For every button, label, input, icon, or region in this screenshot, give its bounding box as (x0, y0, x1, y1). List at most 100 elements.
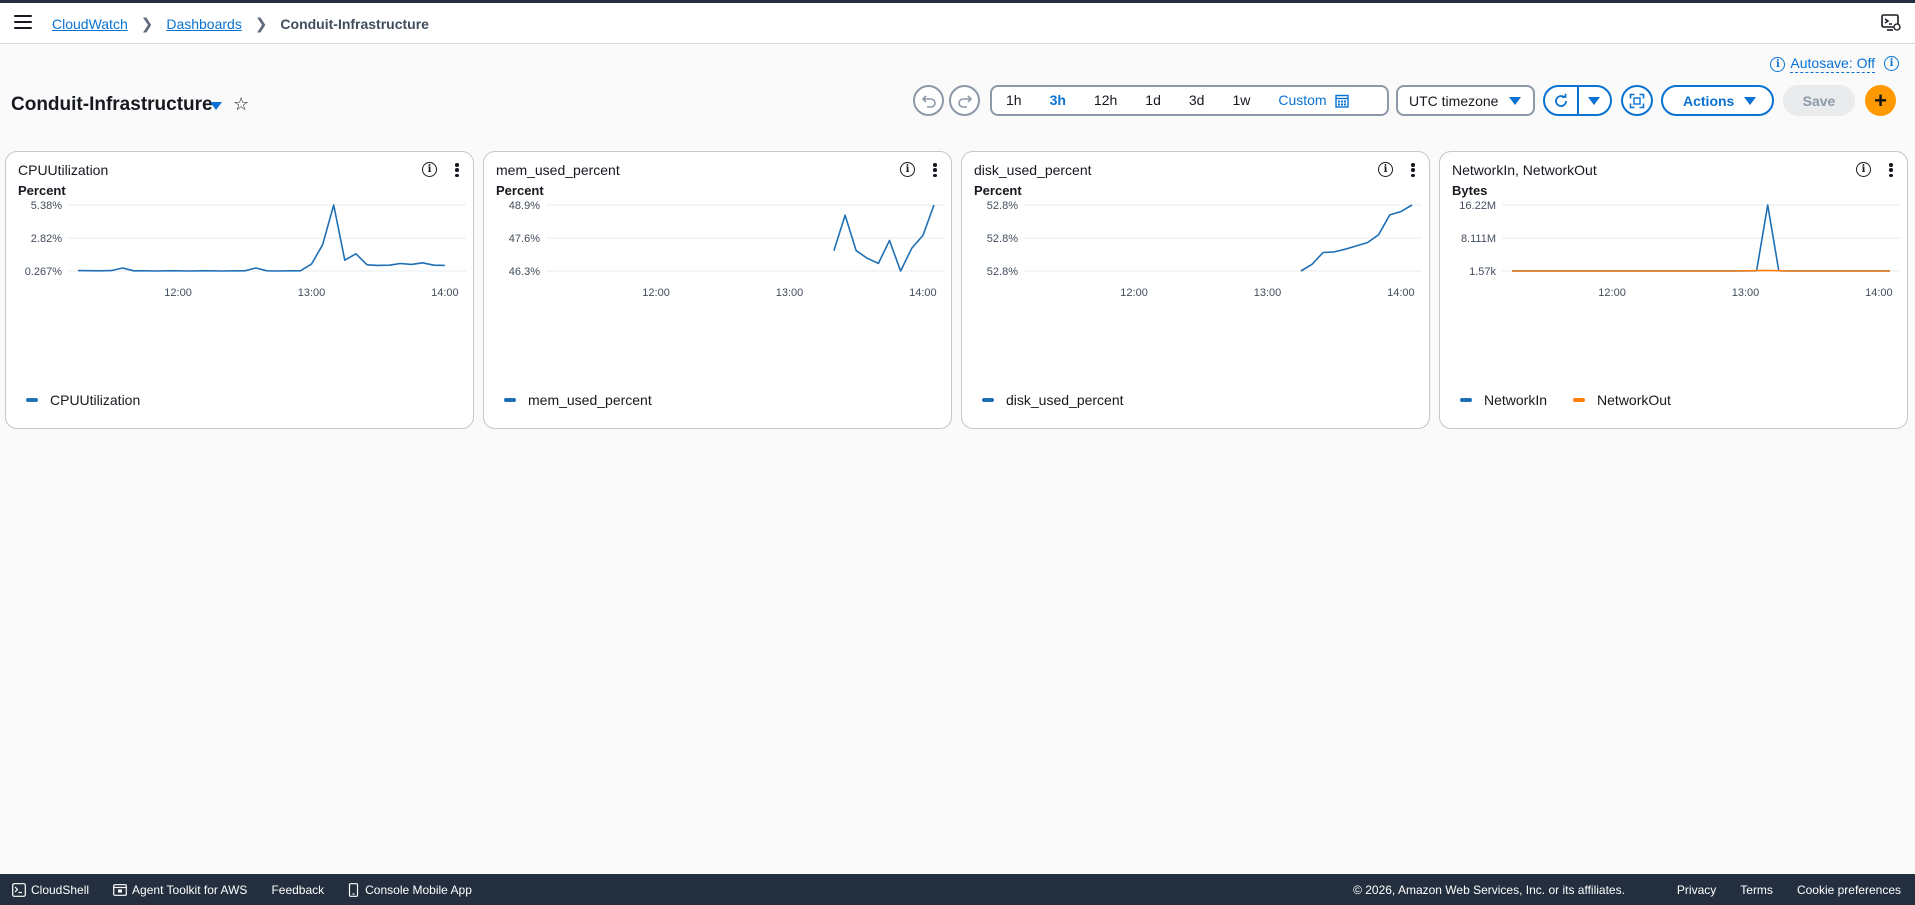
legend-label: CPUUtilization (50, 392, 141, 408)
redo-button[interactable] (949, 85, 980, 116)
legend-swatch (1460, 398, 1472, 402)
fullscreen-button[interactable] (1621, 85, 1653, 116)
terminal-icon (12, 882, 26, 897)
breadcrumb-dashboards[interactable]: Dashboards (166, 16, 242, 32)
widget-unit-label: Percent (496, 183, 544, 198)
footer-feedback-label: Feedback (271, 882, 325, 897)
mobile-icon (349, 882, 359, 897)
y-tick-label: 16.22M (1459, 200, 1496, 212)
y-tick-label: 1.57k (1469, 266, 1496, 278)
y-tick-label: 47.6% (509, 233, 540, 245)
footer-mobile-app[interactable]: Console Mobile App (348, 883, 472, 897)
legend-swatch (26, 398, 38, 402)
legend-item[interactable]: NetworkOut (1573, 392, 1671, 408)
legend-item[interactable]: mem_used_percent (504, 392, 652, 408)
x-tick-label: 12:00 (1120, 287, 1148, 299)
time-range-custom[interactable]: Custom (1264, 87, 1332, 114)
refresh-button[interactable] (1545, 87, 1577, 114)
widget-chart: 52.8% 52.8% 52.8% 12:00 13:00 14:00 (987, 200, 1422, 299)
info-icon: i (1770, 56, 1786, 72)
breadcrumb-current: Conduit-Infrastructure (280, 16, 429, 32)
y-tick-label: 52.8% (987, 200, 1018, 212)
time-range-3d[interactable]: 3d (1175, 87, 1219, 114)
y-tick-label: 0.267% (25, 266, 63, 278)
legend-swatch (1573, 398, 1586, 402)
chart-legend: CPUUtilization (26, 392, 166, 408)
undo-icon (921, 94, 936, 108)
widget-title: NetworkIn, NetworkOut (1452, 162, 1597, 178)
info-icon[interactable]: i (900, 162, 915, 177)
toolkit-icon (113, 883, 127, 896)
footer-copyright: © 2026, Amazon Web Services, Inc. or its… (1353, 882, 1625, 897)
timezone-value: UTC timezone (1409, 92, 1499, 109)
widget-menu-icon[interactable] (1407, 161, 1419, 179)
fullscreen-icon (1629, 93, 1645, 108)
time-range-1d[interactable]: 1d (1131, 87, 1175, 114)
info-icon[interactable]: i (422, 162, 437, 177)
legend-swatch (504, 398, 516, 402)
widget-0: CPUUtilization i Percent 5.38% 2.82% 0.267% 12… (5, 151, 474, 429)
chevron-right-icon: ❯ (254, 16, 268, 33)
widget-menu-icon[interactable] (929, 161, 941, 179)
x-tick-label: 13:00 (298, 287, 326, 299)
breadcrumb-cloudwatch[interactable]: CloudWatch (52, 16, 128, 32)
save-button[interactable]: Save (1783, 85, 1855, 116)
actions-button[interactable]: Actions (1661, 85, 1774, 116)
favorite-star-icon[interactable]: ☆ (233, 94, 249, 114)
chart-legend: NetworkIn NetworkOut (1460, 392, 1697, 408)
menu-icon[interactable] (14, 15, 32, 29)
chart-legend: disk_used_percent (982, 392, 1150, 408)
y-tick-label: 52.8% (987, 233, 1018, 245)
widget-chart: 5.38% 2.82% 0.267% 12:00 13:00 14:00 (25, 200, 466, 299)
autosave-toggle[interactable]: i Autosave: Off (1770, 55, 1875, 73)
info-icon[interactable]: i (1378, 162, 1393, 177)
time-range-3h[interactable]: 3h (1036, 87, 1080, 114)
legend-label: disk_used_percent (1006, 392, 1124, 408)
widget-2: disk_used_percent i Percent 52.8% 52.8% 52.8%… (961, 151, 1430, 429)
footer-privacy-link[interactable]: Privacy (1677, 883, 1716, 897)
refresh-split-button (1543, 85, 1612, 116)
widget-unit-label: Percent (18, 183, 66, 198)
dashboard-switcher-caret-icon[interactable] (210, 102, 222, 110)
widget-chart: 16.22M 8.111M 1.57k 12:00 13:00 14:00 (1459, 200, 1900, 299)
refresh-interval-dropdown[interactable] (1576, 87, 1611, 114)
legend-label: NetworkOut (1597, 392, 1671, 408)
y-tick-label: 8.111M (1461, 233, 1496, 245)
footer-feedback[interactable]: Feedback (271, 883, 324, 897)
info-icon[interactable]: i (1856, 162, 1871, 177)
time-range-1h[interactable]: 1h (992, 87, 1036, 114)
x-tick-label: 13:00 (776, 287, 804, 299)
autosave-label: Autosave: Off (1790, 55, 1875, 73)
autosave-info-icon[interactable]: i (1884, 56, 1899, 71)
widget-unit-label: Percent (974, 183, 1022, 198)
legend-item[interactable]: CPUUtilization (26, 392, 140, 408)
footer-agent-toolkit[interactable]: Agent Toolkit for AWS (113, 883, 247, 897)
footer-cloudshell-label: CloudShell (31, 882, 90, 897)
calendar-icon[interactable] (1334, 94, 1349, 108)
footer-cloudshell[interactable]: CloudShell (12, 883, 89, 897)
add-widget-button[interactable]: + (1865, 85, 1896, 116)
breadcrumb: CloudWatch ❯ Dashboards ❯ Conduit-Infras… (52, 15, 429, 33)
cloudshell-icon[interactable] (1881, 14, 1901, 32)
series-line-NetworkOut[interactable] (1512, 269, 1890, 272)
widget-title: mem_used_percent (496, 162, 620, 178)
footer-cookie-link[interactable]: Cookie preferences (1797, 883, 1901, 897)
undo-button[interactable] (913, 85, 944, 116)
x-tick-label: 12:00 (642, 287, 670, 299)
timezone-select[interactable]: UTC timezone (1396, 85, 1535, 116)
y-tick-label: 48.9% (509, 200, 540, 212)
time-range-12h[interactable]: 12h (1080, 87, 1131, 114)
x-tick-label: 12:00 (1598, 287, 1626, 299)
widget-menu-icon[interactable] (1885, 161, 1897, 179)
time-range-1w[interactable]: 1w (1218, 87, 1264, 114)
legend-swatch (982, 398, 994, 402)
y-tick-label: 2.82% (31, 233, 62, 245)
chevron-right-icon: ❯ (140, 16, 154, 33)
footer-links: © 2026, Amazon Web Services, Inc. or its… (1353, 874, 1901, 905)
x-tick-label: 12:00 (164, 287, 192, 299)
widget-menu-icon[interactable] (451, 161, 463, 179)
footer-terms-link[interactable]: Terms (1740, 883, 1773, 897)
legend-item[interactable]: disk_used_percent (982, 392, 1124, 408)
legend-label: mem_used_percent (528, 392, 652, 408)
legend-item[interactable]: NetworkIn (1460, 392, 1547, 408)
